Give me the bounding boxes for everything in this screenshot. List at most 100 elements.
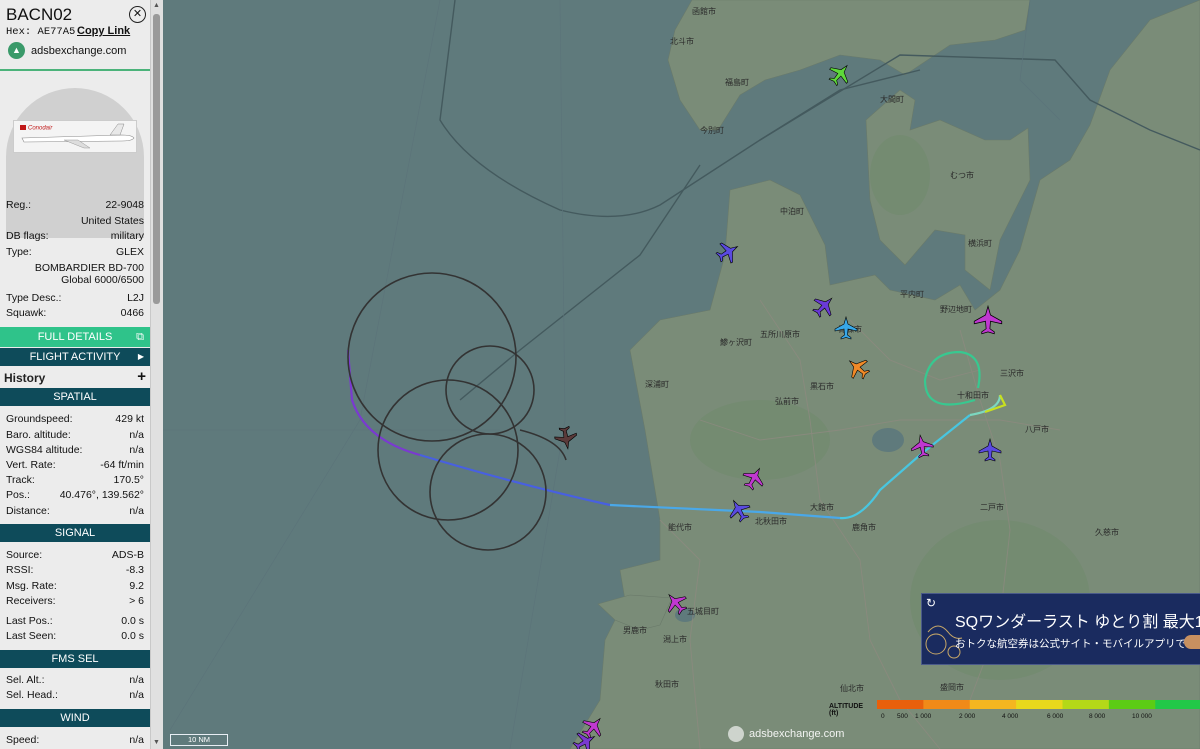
hex-row: Hex: AE77A5 (6, 26, 75, 38)
flight-activity-button[interactable]: FLIGHT ACTIVITY ▶ (0, 348, 150, 366)
reg-row: Reg.: 22-9048 (6, 199, 144, 211)
windspeed-row: Speed: n/a (6, 734, 144, 746)
aircraft-photo[interactable]: Conodair (13, 120, 137, 153)
hex-label: Hex: (6, 26, 32, 38)
altitude-color-segment (1016, 700, 1063, 709)
place-label: 今別町 (700, 125, 724, 135)
place-label: 鹿角市 (852, 522, 876, 532)
watermark-logo-icon (728, 726, 744, 742)
place-label: 二戸市 (980, 502, 1004, 512)
place-label: 能代市 (668, 522, 692, 532)
watermark-text: adsbexchange.com (749, 728, 845, 740)
lake (872, 428, 904, 452)
place-label: 北秋田市 (755, 516, 787, 526)
sidebar-scrollbar[interactable]: ▲ ▼ (150, 0, 163, 749)
groundspeed-value: 429 kt (115, 413, 144, 425)
receivers-label: Receivers: (6, 595, 56, 607)
dbflags-value: military (110, 230, 144, 242)
source-site-label: adsbexchange.com (31, 44, 127, 57)
place-label: むつ市 (950, 170, 974, 180)
vrate-row: Vert. Rate: -64 ft/min (6, 459, 144, 471)
track-row: Track: 170.5° (6, 474, 144, 486)
altitude-tick-label: 500 (897, 713, 908, 720)
baro-value: n/a (129, 429, 144, 441)
copy-link[interactable]: Copy Link (77, 25, 130, 37)
distance-label: Distance: (6, 505, 50, 517)
place-label: 福島町 (725, 77, 749, 87)
squawk-row: Squawk: 0466 (6, 307, 144, 319)
place-label: 平内町 (900, 289, 924, 299)
ad-banner[interactable]: ↻ SQワンダーラスト ゆとり割 最大1 おトクな航空券は公式サイト・モバイルア… (921, 593, 1200, 665)
place-label: 大館市 (810, 502, 834, 512)
type-value: GLEX (115, 246, 144, 258)
selalt-row: Sel. Alt.: n/a (6, 674, 144, 686)
altitude-color-segment (1062, 700, 1110, 709)
selalt-value: n/a (129, 674, 144, 686)
selhead-row: Sel. Head.: n/a (6, 689, 144, 701)
squawk-value: 0466 (120, 307, 144, 319)
groundspeed-label: Groundspeed: (6, 413, 73, 425)
pos-row: Pos.: 40.476°, 139.562° (6, 489, 144, 501)
section-wind[interactable]: WIND (0, 709, 150, 727)
track-value: 170.5° (113, 474, 144, 486)
typedesc-label: Type Desc.: (6, 292, 62, 304)
altitude-color-segment (1108, 700, 1156, 709)
section-fms[interactable]: FMS SEL (0, 650, 150, 668)
altitude-tick-label: 1 000 (915, 713, 932, 720)
scroll-up-icon[interactable]: ▲ (153, 2, 160, 9)
callsign-title: BACN02 (6, 5, 73, 24)
source-link[interactable]: ▲ adsbexchange.com (8, 42, 126, 59)
dbflags-label: DB flags: (6, 230, 49, 242)
hex-value: AE77A5 (37, 26, 76, 38)
lastpos-value: 0.0 s (121, 615, 144, 627)
lastseen-value: 0.0 s (121, 630, 144, 642)
ad-title: SQワンダーラスト ゆとり割 最大1 (955, 614, 1200, 631)
selalt-label: Sel. Alt.: (6, 674, 45, 686)
msgrate-label: Msg. Rate: (6, 580, 57, 592)
refresh-icon[interactable]: ↻ (926, 596, 936, 610)
receivers-row: Receivers: > 6 (6, 595, 144, 607)
scroll-down-icon[interactable]: ▼ (153, 739, 160, 746)
place-label: 北斗市 (670, 36, 694, 46)
lastseen-label: Last Seen: (6, 630, 57, 642)
section-signal[interactable]: SIGNAL (0, 524, 150, 542)
lastpos-label: Last Pos.: (6, 615, 53, 627)
model-line1: BOMBARDIER BD-700 (34, 262, 144, 274)
chevron-right-icon: ▶ (137, 352, 144, 361)
plus-icon[interactable]: + (137, 368, 146, 385)
place-label: 仙北市 (840, 683, 864, 693)
baro-row: Baro. altitude: n/a (6, 429, 144, 441)
place-label: 函館市 (692, 6, 716, 16)
orbit-track (347, 272, 567, 551)
place-label: 三沢市 (1000, 368, 1024, 378)
source-row: Source: ADS-B (6, 549, 144, 561)
divider (0, 69, 150, 71)
history-label[interactable]: History (4, 371, 45, 385)
track-label: Track: (6, 474, 35, 486)
full-details-button[interactable]: FULL DETAILS ⧉ (0, 327, 150, 347)
pos-value: 40.476°, 139.562° (59, 489, 144, 501)
altitude-tick-label: 4 000 (1002, 713, 1019, 720)
source-value: ADS-B (111, 549, 144, 561)
selhead-value: n/a (129, 689, 144, 701)
altitude-tick-label: 10 000 (1132, 713, 1152, 720)
type-label: Type: (6, 246, 32, 258)
windspeed-label: Speed: (6, 734, 40, 746)
aircraft-info-panel: BACN02 ✕ Hex: AE77A5 Copy Link ▲ adsbexc… (0, 0, 151, 749)
close-icon[interactable]: ✕ (129, 6, 146, 23)
scrollbar-thumb[interactable] (153, 14, 160, 304)
typedesc-row: Type Desc.: L2J (6, 292, 144, 304)
altitude-color-segment (969, 700, 1017, 709)
wgs-value: n/a (129, 444, 144, 456)
wgs-row: WGS84 altitude: n/a (6, 444, 144, 456)
adsbexchange-logo-icon: ▲ (8, 42, 25, 59)
distance-row: Distance: n/a (6, 505, 144, 517)
rssi-label: RSSI: (6, 564, 34, 576)
section-spatial[interactable]: SPATIAL (0, 388, 150, 406)
place-label: 横浜町 (968, 238, 992, 248)
rssi-value: -8.3 (125, 564, 144, 576)
ad-subtitle: おトクな航空券は公式サイト・モバイルアプリで (955, 638, 1186, 650)
typedesc-value: L2J (127, 292, 144, 304)
watermark: adsbexchange.com (728, 726, 844, 742)
windspeed-value: n/a (129, 734, 144, 746)
